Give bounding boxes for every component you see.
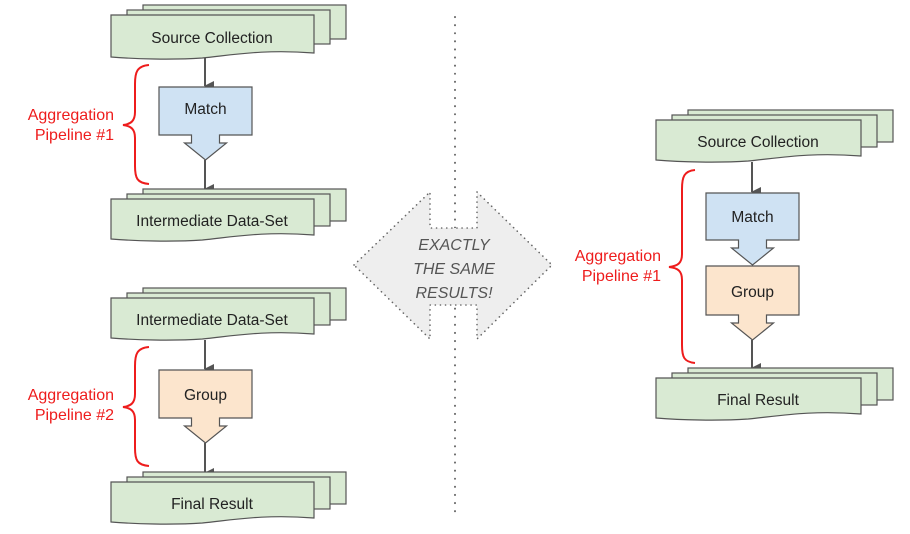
stage-group-right: Group [705,265,800,341]
document-label: Intermediate Data-Set [136,213,288,230]
same-results-double-arrow: EXACTLY THE SAME RESULTS! [352,190,554,341]
pipeline-label-line1: Aggregation [28,107,114,124]
pipeline-label-line2: Pipeline #2 [35,407,114,424]
document-stack-final-left: Final Result [110,471,347,525]
stage-label: Group [184,387,227,404]
pipeline-label-line1: Aggregation [28,387,114,404]
document-stack-final-right: Final Result [655,367,894,421]
comparison-text-line1: EXACTLY [418,237,491,254]
comparison-text-line2: THE SAME [413,261,495,278]
document-stack-intermediate-left-2: Intermediate Data-Set [110,287,347,341]
document-stack-intermediate-left-1: Intermediate Data-Set [110,188,347,242]
stage-match-left: Match [158,86,253,161]
stage-box-with-arrow [158,369,253,444]
pipeline-label-line1: Aggregation [575,248,661,265]
stage-label: Group [731,284,774,301]
brace-pipeline-1-right [668,169,696,364]
diagram-canvas: Source Collection Match Intermediate Dat… [28,4,894,525]
stage-box-with-arrow [158,86,253,161]
stage-box-with-arrow [705,265,800,341]
document-label: Final Result [171,496,254,513]
document-stack-source-right: Source Collection [655,109,894,163]
stage-label: Match [731,209,773,226]
document-label: Final Result [717,392,800,409]
brace-pipeline-1-left [122,64,150,185]
brace-pipeline-2-left [122,346,150,467]
document-label: Source Collection [151,30,272,47]
pipeline-label-line2: Pipeline #1 [35,127,114,144]
stage-group-left: Group [158,369,253,444]
stage-label: Match [184,101,226,118]
document-stack-source-left: Source Collection [110,4,347,60]
pipeline-label-line2: Pipeline #1 [582,268,661,285]
comparison-text-line3: RESULTS! [415,285,493,302]
document-label: Source Collection [697,134,818,151]
stage-box-with-arrow [705,192,800,266]
stage-match-right: Match [705,192,800,266]
document-label: Intermediate Data-Set [136,312,288,329]
